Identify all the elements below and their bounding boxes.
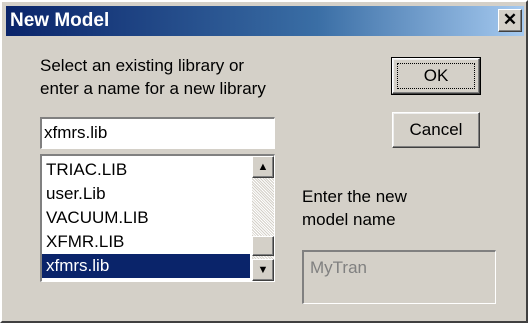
title-bar[interactable]: New Model ✕ <box>6 6 524 36</box>
scroll-down-button[interactable]: ▼ <box>252 259 274 281</box>
ok-button[interactable]: OK <box>391 57 481 95</box>
new-model-dialog: New Model ✕ Select an existing library o… <box>0 0 528 323</box>
scroll-up-button[interactable]: ▲ <box>252 156 274 178</box>
library-name-input[interactable]: xfmrs.lib <box>40 117 275 149</box>
library-listbox[interactable]: TRIAC.LIB user.Lib VACUUM.LIB XFMR.LIB x… <box>40 154 275 282</box>
library-list: TRIAC.LIB user.Lib VACUUM.LIB XFMR.LIB x… <box>42 158 250 278</box>
list-item[interactable]: VACUUM.LIB <box>42 206 250 230</box>
scroll-thumb[interactable] <box>252 236 274 256</box>
list-item[interactable]: user.Lib <box>42 182 250 206</box>
model-name-prompt: Enter the new model name <box>302 187 407 229</box>
down-arrow-icon: ▼ <box>257 264 269 276</box>
focus-rect <box>397 63 475 89</box>
up-arrow-icon: ▲ <box>257 161 269 173</box>
close-icon: ✕ <box>502 10 518 29</box>
model-name-input: MyTran <box>302 250 496 304</box>
window-title: New Model <box>10 10 110 31</box>
cancel-label: Cancel <box>409 120 463 139</box>
cancel-button[interactable]: Cancel <box>392 112 480 148</box>
close-button[interactable]: ✕ <box>498 9 522 32</box>
library-prompt: Select an existing library or enter a na… <box>40 56 266 98</box>
list-item-selected[interactable]: xfmrs.lib <box>42 254 250 278</box>
list-item[interactable]: XFMR.LIB <box>42 230 250 254</box>
listbox-scrollbar[interactable]: ▲ ▼ <box>252 156 274 281</box>
list-item[interactable]: TRIAC.LIB <box>42 158 250 182</box>
